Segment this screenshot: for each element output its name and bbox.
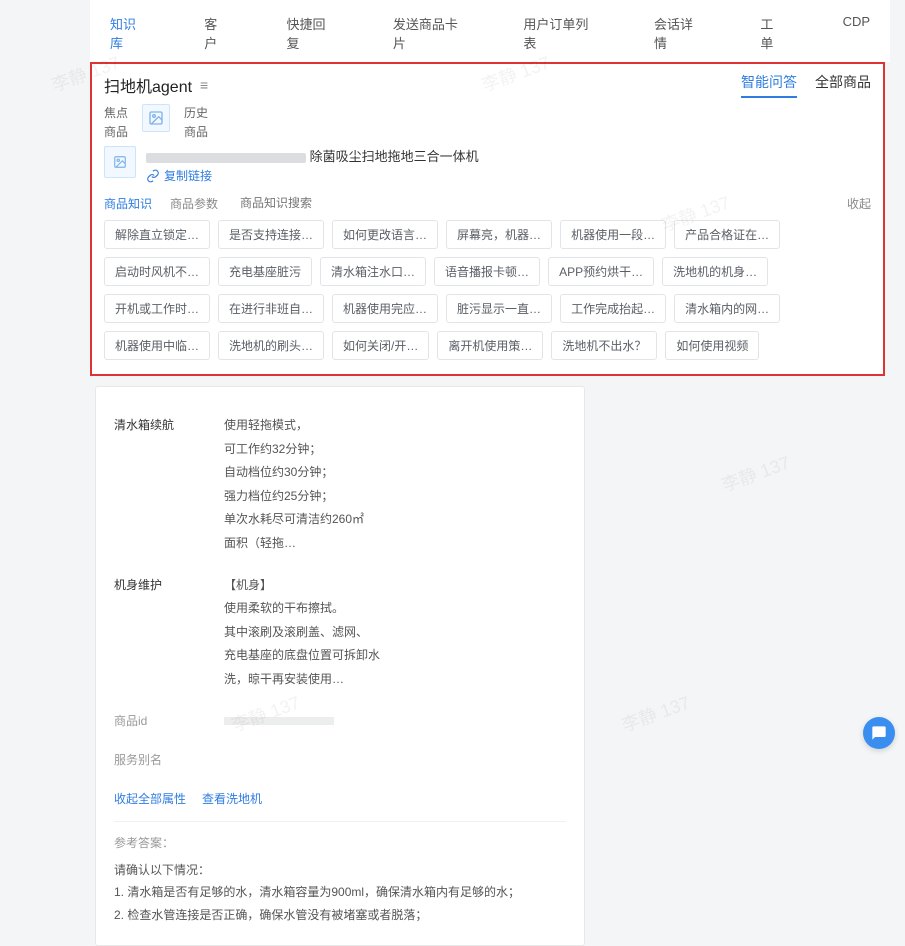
knowledge-chips: 解除直立锁定… 是否支持连接… 如何更改语言… 屏幕亮，机器… 机器使用一段… 产品合格证…	[104, 220, 871, 360]
spec-value: 【机身】使用柔软的干布擦拭。其中滚刷及滚刷盖、滤网、充电基座的底盘位置可拆卸水洗…	[224, 575, 566, 693]
knowledge-chip[interactable]: 充电基座脏污	[218, 257, 312, 286]
tab-customer[interactable]: 客户	[204, 14, 228, 52]
knowledge-chip[interactable]: 屏幕亮，机器…	[446, 220, 552, 249]
knowledge-chip[interactable]: 如何关闭/开…	[332, 331, 429, 360]
answer-head: 参考答案：	[114, 832, 566, 855]
knowledge-chip[interactable]: 机器使用一段…	[560, 220, 666, 249]
spec-label: 商品id	[114, 711, 224, 733]
product-thumb[interactable]	[104, 146, 136, 178]
rtab-allgoods[interactable]: 全部商品	[815, 72, 871, 98]
knowledge-chip[interactable]: 清水箱注水口…	[320, 257, 426, 286]
knowledge-chip[interactable]: 工作完成抬起…	[560, 294, 666, 323]
tab-quickreply[interactable]: 快捷回复	[286, 14, 334, 52]
spec-label: 机身维护	[114, 575, 224, 693]
detail-actions: 收起全部属性 查看洗地机	[114, 790, 566, 807]
knowledge-chip[interactable]: 离开机使用策…	[437, 331, 543, 360]
view-washer[interactable]: 查看洗地机	[202, 790, 262, 807]
spec-line: 使用柔软的干布擦拭。	[224, 598, 566, 620]
tab-cdp[interactable]: CDP	[843, 14, 870, 52]
subtab-knowledge[interactable]: 商品知识	[104, 195, 152, 212]
rtab-smartqa[interactable]: 智能问答	[741, 72, 797, 98]
spec-line: 使用轻拖模式，	[224, 415, 566, 437]
focus-label: 焦点	[104, 104, 128, 121]
knowledge-chip[interactable]: 脏污显示一直…	[446, 294, 552, 323]
spec-row: 清水箱续航 使用轻拖模式，可工作约32分钟；自动档位约30分钟；强力档位约25分…	[114, 415, 566, 557]
smart-qa-panel: 扫地机agent ≡ 智能问答 全部商品 焦点 商品 历史 商品 除菌吸尘扫地拖…	[90, 62, 885, 376]
tab-ticket[interactable]: 工单	[760, 14, 784, 52]
knowledge-chip[interactable]: 如何使用视频	[665, 331, 759, 360]
knowledge-chip[interactable]: 洗地机的刷头…	[218, 331, 324, 360]
knowledge-chip[interactable]: 产品合格证在…	[674, 220, 780, 249]
knowledge-chip[interactable]: 启动时风机不…	[104, 257, 210, 286]
detail-card: 清水箱续航 使用轻拖模式，可工作约32分钟；自动档位约30分钟；强力档位约25分…	[95, 386, 585, 946]
product-name-tail: 除菌吸尘扫地拖地三合一体机	[310, 149, 479, 164]
watermark: 李静 137	[718, 449, 794, 498]
spec-line: 充电基座的底盘位置可拆卸水	[224, 645, 566, 667]
answer-line: 1. 清水箱是否有足够的水，清水箱容量为900ml，确保清水箱内有足够的水；	[114, 881, 566, 904]
knowledge-chip[interactable]: 语音播报卡顿…	[434, 257, 540, 286]
spec-line: 面积（轻拖…	[224, 533, 566, 555]
history-label: 历史	[184, 104, 208, 121]
knowledge-chip[interactable]: 机器使用中临…	[104, 331, 210, 360]
spec-row: 商品id	[114, 711, 566, 733]
copy-link[interactable]: 复制链接	[146, 167, 871, 184]
panel-title-row: 扫地机agent ≡	[104, 73, 208, 97]
tab-orders[interactable]: 用户订单列表	[523, 14, 596, 52]
spec-label: 服务别名	[114, 750, 224, 772]
knowledge-chip[interactable]: 机器使用完应…	[332, 294, 438, 323]
knowledge-chip[interactable]: 解除直立锁定…	[104, 220, 210, 249]
reference-answer: 参考答案： 请确认以下情况：1. 清水箱是否有足够的水，清水箱容量为900ml，…	[114, 821, 566, 927]
spec-line: 【机身】	[224, 575, 566, 597]
knowledge-chip[interactable]: 开机或工作时…	[104, 294, 210, 323]
tab-session[interactable]: 会话详情	[654, 14, 702, 52]
watermark: 李静 137	[618, 689, 694, 738]
spec-row: 服务别名	[114, 750, 566, 772]
top-nav: 知识库 客户 快捷回复 发送商品卡片 用户订单列表 会话详情 工单 CDP	[90, 0, 890, 62]
spec-value: 使用轻拖模式，可工作约32分钟；自动档位约30分钟；强力档位约25分钟；单次水耗…	[224, 415, 566, 557]
copy-link-label: 复制链接	[164, 167, 212, 184]
answer-line: 请确认以下情况：	[114, 859, 566, 882]
knowledge-chip[interactable]: APP预约烘干…	[548, 257, 654, 286]
agent-title: 扫地机agent	[104, 73, 192, 97]
focus-history-row: 焦点 商品 历史 商品	[104, 104, 871, 140]
spec-line: 洗，晾干再安装使用…	[224, 669, 566, 691]
knowledge-chip[interactable]: 是否支持连接…	[218, 220, 324, 249]
spec-row: 机身维护 【机身】使用柔软的干布擦拭。其中滚刷及滚刷盖、滤网、充电基座的底盘位置…	[114, 575, 566, 693]
menu-icon[interactable]: ≡	[200, 77, 208, 93]
collapse-all-props[interactable]: 收起全部属性	[114, 790, 186, 807]
product-name: 除菌吸尘扫地拖地三合一体机	[146, 146, 871, 165]
product-row: 除菌吸尘扫地拖地三合一体机 复制链接	[104, 146, 871, 184]
spec-label: 清水箱续航	[114, 415, 224, 557]
spec-line: 强力档位约25分钟；	[224, 486, 566, 508]
knowledge-chip[interactable]: 洗地机的机身…	[662, 257, 768, 286]
collapse-button[interactable]: 收起	[847, 195, 871, 212]
answer-line: 2. 检查水管连接是否正确，确保水管没有被堵塞或者脱落；	[114, 904, 566, 927]
focus-thumb[interactable]	[142, 104, 170, 132]
spec-line: 自动档位约30分钟；	[224, 462, 566, 484]
knowledge-chip[interactable]: 清水箱内的网…	[674, 294, 780, 323]
subtab-params[interactable]: 商品参数	[170, 195, 218, 212]
subtabs-row: 商品知识 商品参数 收起	[104, 192, 871, 214]
tab-knowledge[interactable]: 知识库	[110, 14, 146, 52]
spec-line: 其中滚刷及滚刷盖、滤网、	[224, 622, 566, 644]
spec-line: 单次水耗尽可清洁约260㎡	[224, 509, 566, 531]
history-goods-label: 商品	[184, 123, 208, 140]
knowledge-search-input[interactable]	[236, 192, 829, 214]
tab-sendcard[interactable]: 发送商品卡片	[393, 14, 466, 52]
goods-label: 商品	[104, 123, 128, 140]
knowledge-chip[interactable]: 在进行非班自…	[218, 294, 324, 323]
spec-value	[224, 711, 566, 733]
panel-right-tabs: 智能问答 全部商品	[741, 72, 871, 98]
knowledge-chip[interactable]: 如何更改语言…	[332, 220, 438, 249]
float-help-button[interactable]	[863, 717, 895, 749]
knowledge-chip[interactable]: 洗地机不出水？	[551, 331, 657, 360]
spec-value	[224, 750, 566, 772]
spec-line: 可工作约32分钟；	[224, 439, 566, 461]
